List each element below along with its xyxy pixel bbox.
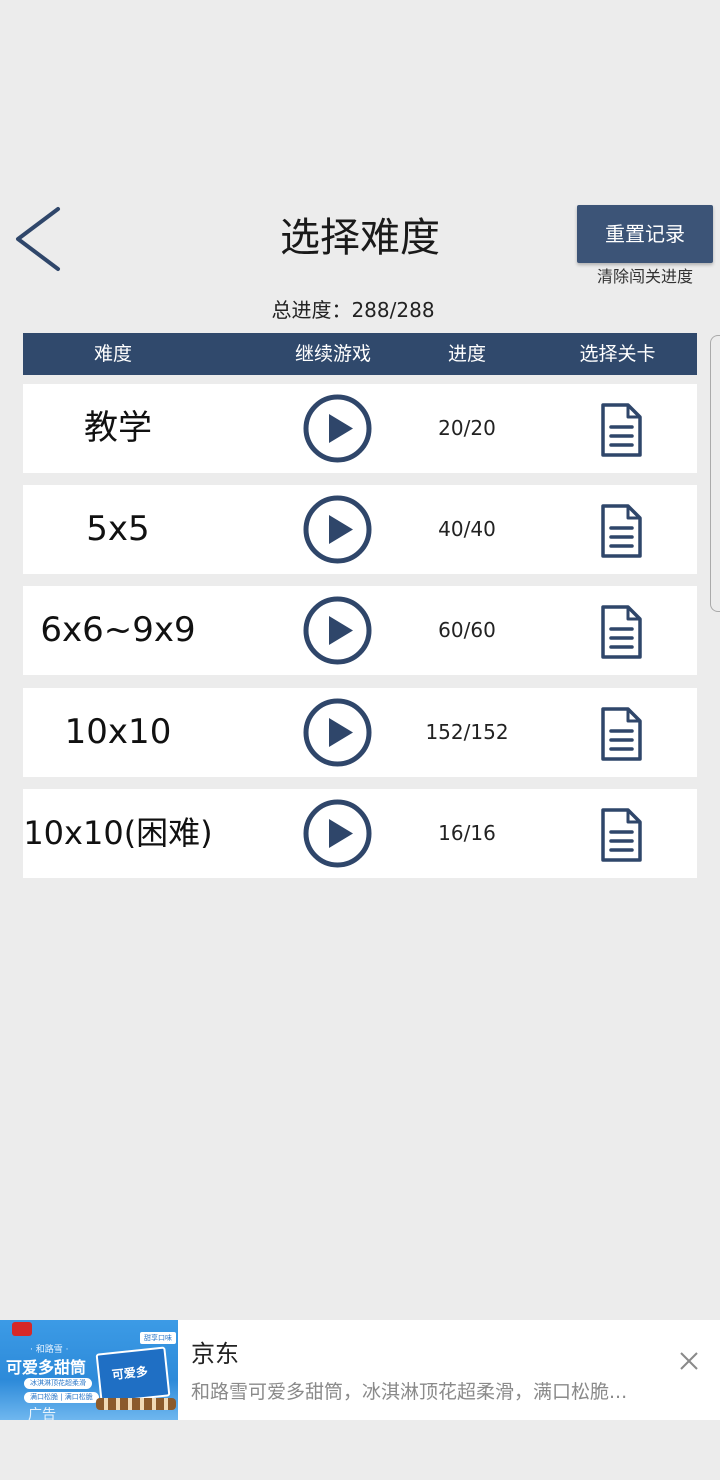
document-list-icon[interactable] [599,604,643,660]
close-icon[interactable] [672,1344,706,1378]
ice-cream-cones-icon [96,1398,176,1410]
row-progress: 40/40 [438,517,496,541]
play-circle-icon[interactable] [303,799,372,868]
document-list-icon[interactable] [599,503,643,559]
difficulty-label: 6x6~9x9 [40,610,196,650]
ad-image-pill: 冰淇淋顶花超柔滑 [24,1378,92,1389]
row-progress: 16/16 [438,821,496,845]
product-box-icon: 可爱多 [95,1346,171,1404]
play-circle-icon[interactable] [303,698,372,767]
column-header-difficulty: 难度 [93,343,132,365]
document-list-icon[interactable] [599,402,643,458]
row-progress: 60/60 [438,618,496,642]
ad-image-headline: 可爱多甜筒 [6,1358,87,1377]
ad-image[interactable]: 甜享口味 · 和路雪 · 可爱多甜筒 冰淇淋顶花超柔滑 满口松脆 | 满口松脆 … [0,1320,178,1420]
brand-logo-icon [12,1322,32,1336]
ad-description: 和路雪可爱多甜筒，冰淇淋顶花超柔滑，满口松脆... [191,1381,628,1403]
play-circle-icon[interactable] [303,495,372,564]
reset-subtitle: 清除闯关进度 [596,267,693,286]
ad-image-tag: 甜享口味 [140,1332,176,1344]
total-progress: 总进度：288/288 [271,298,435,322]
table-row: 5x5 40/40 [23,485,697,574]
column-header-select-level: 选择关卡 [579,343,656,365]
table-row: 教学 20/20 [23,384,697,473]
document-list-icon[interactable] [599,807,643,863]
reset-records-button[interactable]: 重置记录 [577,205,713,263]
ad-image-box-title: 可爱多 [111,1364,149,1383]
row-progress: 152/152 [425,720,509,744]
table-row: 10x10 152/152 [23,688,697,777]
ad-label: 广告 [28,1407,56,1420]
table-row: 6x6~9x9 60/60 [23,586,697,675]
play-circle-icon[interactable] [303,596,372,665]
document-list-icon[interactable] [599,706,643,762]
ad-source: 京东 [191,1340,239,1368]
edge-panel-handle[interactable] [710,335,720,612]
difficulty-label: 10x10(困难) [23,814,213,852]
column-header-progress: 进度 [447,343,486,365]
ad-image-pill: 满口松脆 | 满口松脆 [24,1392,99,1403]
play-circle-icon[interactable] [303,394,372,463]
ad-banner[interactable]: 甜享口味 · 和路雪 · 可爱多甜筒 冰淇淋顶花超柔滑 满口松脆 | 满口松脆 … [0,1320,720,1420]
row-progress: 20/20 [438,416,496,440]
table-header: 难度 继续游戏 进度 选择关卡 [23,333,697,375]
difficulty-label: 10x10 [64,712,172,752]
table-row: 10x10(困难) 16/16 [23,789,697,878]
difficulty-label: 教学 [84,408,152,448]
difficulty-label: 5x5 [86,509,150,549]
column-header-continue: 继续游戏 [294,343,371,365]
